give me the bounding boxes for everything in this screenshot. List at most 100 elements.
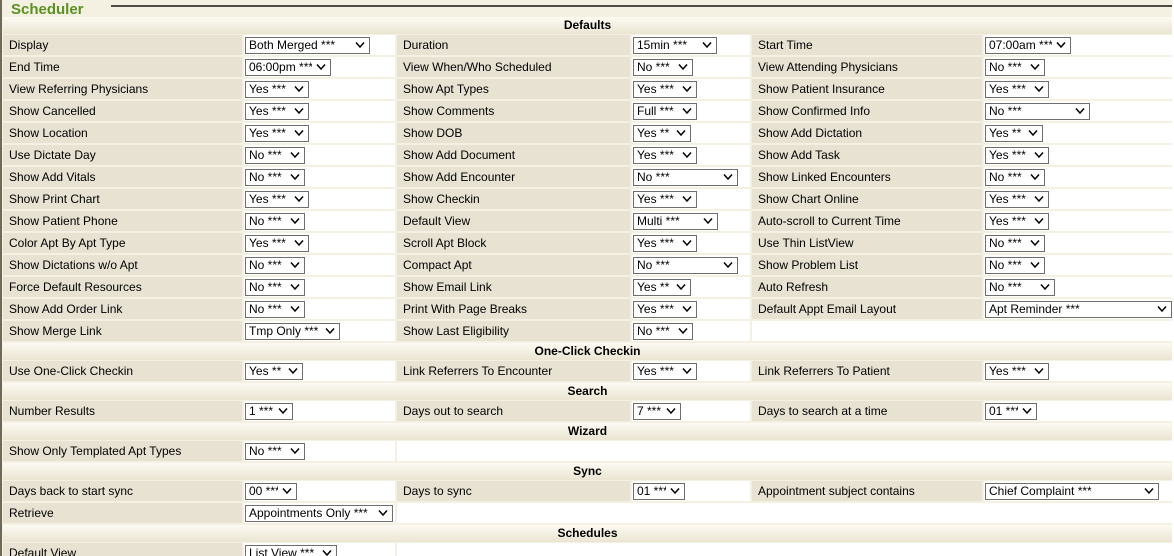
field-label: Show Comments [397,101,630,121]
select-value: Yes *** [989,192,1026,206]
auto-scroll-to-current-time-select[interactable]: Yes *** [985,213,1049,230]
field-value-cell: Yes *** [632,189,750,209]
field-value-cell: No *** [984,233,1172,253]
field-value-cell: No *** [632,167,750,187]
show-chart-online-select[interactable]: Yes *** [985,191,1049,208]
select-value: Yes *** [989,214,1026,228]
end-time-select[interactable]: 06:00pm *** [245,59,331,76]
view-referring-physicians-select[interactable]: Yes *** [245,81,309,98]
show-add-encounter-select[interactable]: No *** [633,169,738,186]
start-time-select[interactable]: 07:00am *** [985,37,1071,54]
show-add-dictation-select[interactable]: Yes ** [985,125,1043,142]
compact-apt-select[interactable]: No *** [633,257,738,274]
select-value: No *** [989,280,1022,294]
default-appt-email-layout-select[interactable]: Apt Reminder *** [985,301,1172,318]
field-value-cell: No *** [984,57,1172,77]
field-value-cell: Yes ** [632,277,750,297]
field-value-cell: Yes *** [244,189,395,209]
show-confirmed-info-select[interactable]: No *** [985,103,1090,120]
view-attending-physicians-select[interactable]: No *** [985,59,1045,76]
show-patient-insurance-select[interactable]: Yes *** [985,81,1049,98]
select-value: Yes ** [637,280,669,294]
chevron-down-icon [290,448,300,454]
section-header-defaults: Defaults [3,17,1172,34]
show-problem-list-select[interactable]: No *** [985,257,1045,274]
field-label: Force Default Resources [3,277,242,297]
field-label: Link Referrers To Encounter [397,361,630,381]
scroll-apt-block-select[interactable]: Yes *** [633,235,697,252]
default-view-select[interactable]: List View *** [245,545,337,556]
use-thin-listview-select[interactable]: No *** [985,235,1045,252]
show-last-eligibility-select[interactable]: No *** [633,323,693,340]
show-patient-phone-select[interactable]: No *** [245,213,305,230]
show-email-link-select[interactable]: Yes ** [633,279,691,296]
settings-row: Show Print ChartYes ***Show CheckinYes *… [3,189,1172,209]
show-location-select[interactable]: Yes *** [245,125,309,142]
retrieve-select[interactable]: Appointments Only *** [245,505,393,522]
field-value-cell: No *** [984,167,1172,187]
show-only-templated-apt-types-select[interactable]: No *** [245,443,305,460]
settings-row: Days back to start sync00 ***Days to syn… [3,481,1172,501]
section-title: One-Click Checkin [534,344,640,358]
field-label: Show Add Encounter [397,167,630,187]
settings-row: Show Patient PhoneNo ***Default ViewMult… [3,211,1172,231]
field-value-cell: Yes *** [984,145,1172,165]
show-comments-select[interactable]: Full *** [633,103,697,120]
select-value: 1 *** [249,404,273,418]
use-one-click-checkin-select[interactable]: Yes ** [245,363,303,380]
field-value-cell: No *** [632,321,750,341]
show-add-vitals-select[interactable]: No *** [245,169,305,186]
use-dictate-day-select[interactable]: No *** [245,147,305,164]
chevron-down-icon [723,262,733,268]
show-merge-link-select[interactable]: Tmp Only *** [245,323,340,340]
field-label: Compact Apt [397,255,630,275]
settings-row: End Time06:00pm ***View When/Who Schedul… [3,57,1172,77]
show-dob-select[interactable]: Yes ** [633,125,691,142]
field-value-cell: 1 *** [244,401,395,421]
number-results-select[interactable]: 1 *** [245,403,293,420]
days-to-search-at-a-time-select[interactable]: 01 *** [985,403,1037,420]
days-to-sync-select[interactable]: 01 *** [633,483,685,500]
select-value: No *** [989,170,1022,184]
show-add-order-link-select[interactable]: No *** [245,301,305,318]
field-label: Show Patient Insurance [752,79,982,99]
show-dictations-w-o-apt-select[interactable]: No *** [245,257,305,274]
select-value: No *** [249,302,282,316]
chevron-down-icon [682,108,692,114]
field-label: Show DOB [397,123,630,143]
display-select[interactable]: Both Merged *** [245,37,370,54]
field-value-cell: Yes *** [632,79,750,99]
field-label: Show Confirmed Info [752,101,982,121]
field-value-cell: Yes ** [244,361,395,381]
force-default-resources-select[interactable]: No *** [245,279,305,296]
settings-row: Default ViewList View *** [3,543,1172,556]
view-when-who-scheduled-select[interactable]: No *** [633,59,693,76]
show-cancelled-select[interactable]: Yes *** [245,103,309,120]
select-value: Apt Reminder *** [989,302,1080,316]
auto-refresh-select[interactable]: No *** [985,279,1055,296]
field-value-cell: Apt Reminder *** [984,299,1172,319]
chevron-down-icon [294,86,304,92]
chevron-down-icon [703,218,713,224]
days-out-to-search-select[interactable]: 7 *** [633,403,681,420]
link-referrers-to-patient-select[interactable]: Yes *** [985,363,1049,380]
show-print-chart-select[interactable]: Yes *** [245,191,309,208]
chevron-down-icon [378,510,388,516]
field-label: Default Appt Email Layout [752,299,982,319]
field-value-cell: Yes *** [984,361,1172,381]
duration-select[interactable]: 15min *** [633,37,717,54]
field-label: Auto Refresh [752,277,982,297]
show-checkin-select[interactable]: Yes *** [633,191,697,208]
show-apt-types-select[interactable]: Yes *** [633,81,697,98]
show-add-task-select[interactable]: Yes *** [985,147,1049,164]
show-linked-encounters-select[interactable]: No *** [985,169,1045,186]
select-value: No *** [249,170,282,184]
days-back-to-start-sync-select[interactable]: 00 *** [245,483,297,500]
color-apt-by-apt-type-select[interactable]: Yes *** [245,235,309,252]
chevron-down-icon [290,152,300,158]
show-add-document-select[interactable]: Yes *** [633,147,697,164]
appointment-subject-contains-select[interactable]: Chief Complaint *** [985,483,1159,500]
print-with-page-breaks-select[interactable]: Yes *** [633,301,697,318]
default-view-select[interactable]: Multi *** [633,213,718,230]
link-referrers-to-encounter-select[interactable]: Yes *** [633,363,697,380]
